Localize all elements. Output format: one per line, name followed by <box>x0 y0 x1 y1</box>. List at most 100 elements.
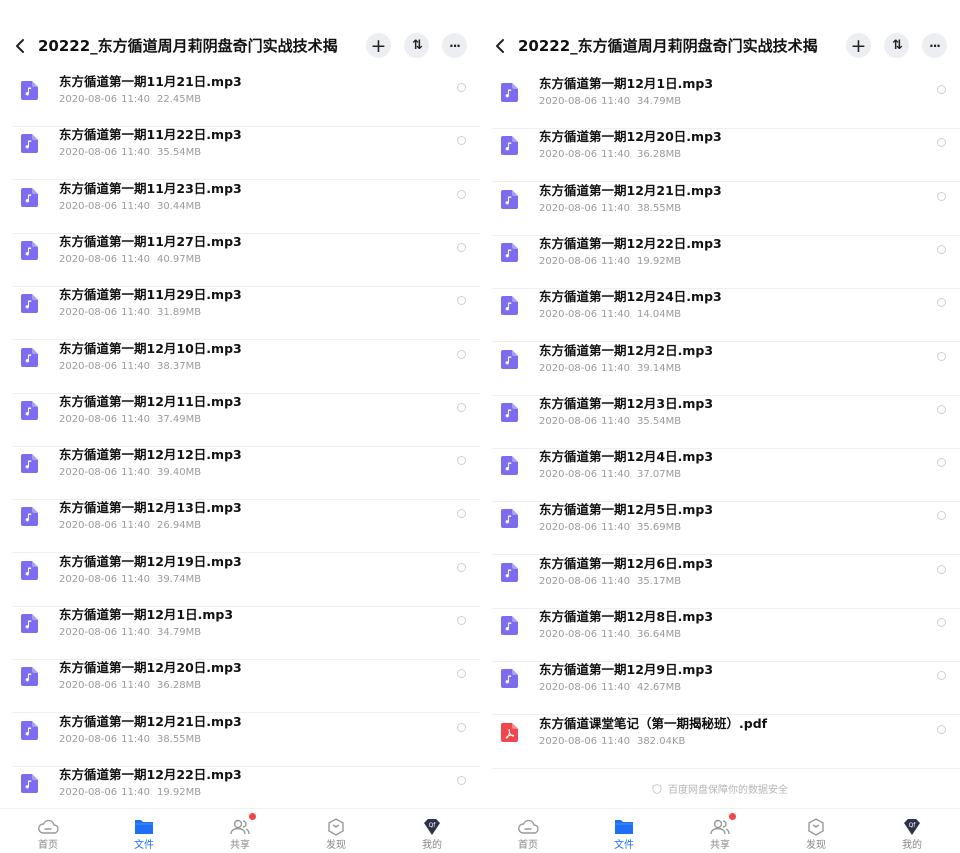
tab-diamond[interactable]: Qf 我的 <box>864 809 960 853</box>
file-row[interactable]: 东方循道第一期12月20日.mp3 2020-08-06 11:40 36.28MB <box>480 129 960 183</box>
tab-people[interactable]: 共享 <box>672 809 768 853</box>
select-radio[interactable] <box>457 616 466 625</box>
select-radio[interactable] <box>937 298 946 308</box>
file-row[interactable]: 东方循道第一期12月21日.mp3 2020-08-06 11:40 38.55MB <box>0 714 480 767</box>
select-radio[interactable] <box>457 456 466 466</box>
select-radio[interactable] <box>937 618 946 627</box>
more-button[interactable]: ··· <box>922 33 947 58</box>
back-button[interactable] <box>12 36 30 56</box>
audio-file-icon <box>501 669 518 689</box>
file-date: 2020-08-06 <box>539 96 598 107</box>
more-button[interactable]: ··· <box>442 33 467 58</box>
audio-file-icon <box>21 560 38 580</box>
tab-compass[interactable]: 发现 <box>288 809 384 853</box>
file-row[interactable]: 东方循道第一期12月9日.mp3 2020-08-06 11:40 42.67MB <box>480 662 960 716</box>
file-date: 2020-08-06 <box>539 309 598 321</box>
file-meta: 2020-08-06 11:40 35.54MB <box>59 146 205 159</box>
file-row[interactable]: 东方循道第一期11月23日.mp3 2020-08-06 11:40 30.44MB <box>0 181 480 234</box>
file-row[interactable]: 东方循道第一期11月27日.mp3 2020-08-06 11:40 40.97MB <box>0 234 480 287</box>
select-radio[interactable] <box>457 136 466 146</box>
add-button[interactable]: + <box>846 33 871 58</box>
file-meta: 2020-08-06 11:40 37.49MB <box>59 413 205 426</box>
tab-cloud[interactable]: 首页 <box>480 809 576 853</box>
file-date: 2020-08-06 <box>59 94 118 105</box>
select-radio[interactable] <box>457 775 466 785</box>
file-size: 39.14MB <box>636 362 682 374</box>
file-row[interactable]: 东方循道第一期12月10日.mp3 2020-08-06 11:40 38.37MB <box>0 341 480 394</box>
file-name: 东方循道第一期12月22日.mp3 <box>59 766 242 782</box>
sort-button[interactable]: ⇅ <box>404 33 429 58</box>
select-radio[interactable] <box>457 242 466 252</box>
file-date: 2020-08-06 <box>539 735 598 747</box>
audio-file-icon <box>21 614 38 633</box>
file-date: 2020-08-06 <box>539 575 598 587</box>
file-date: 2020-08-06 <box>59 467 118 479</box>
file-row[interactable]: 东方循道第一期12月1日.mp3 2020-08-06 11:40 34.79MB <box>0 607 480 660</box>
compass-icon <box>804 817 828 837</box>
select-radio[interactable] <box>937 724 946 734</box>
select-radio[interactable] <box>457 189 466 199</box>
tab-diamond[interactable]: Qf 我的 <box>384 809 480 853</box>
select-radio[interactable] <box>937 564 946 574</box>
file-row[interactable]: 东方循道第一期12月2日.mp3 2020-08-06 11:40 39.14MB <box>480 343 960 396</box>
tab-people[interactable]: 共享 <box>192 809 288 853</box>
file-row[interactable]: 东方循道第一期12月24日.mp3 2020-08-06 11:40 14.04MB <box>480 289 960 343</box>
select-radio[interactable] <box>457 402 466 412</box>
file-date: 2020-08-06 <box>59 520 118 532</box>
select-radio[interactable] <box>457 669 466 679</box>
file-row[interactable]: 东方循道第一期11月22日.mp3 2020-08-06 11:40 35.54MB <box>0 127 480 181</box>
select-radio[interactable] <box>937 244 946 254</box>
file-date: 2020-08-06 <box>59 733 118 745</box>
file-row[interactable]: 东方循道第一期12月12日.mp3 2020-08-06 11:40 39.40MB <box>0 447 480 501</box>
file-row[interactable]: 东方循道第一期12月21日.mp3 2020-08-06 11:40 38.55MB <box>480 183 960 236</box>
file-row[interactable]: 东方循道第一期12月22日.mp3 2020-08-06 11:40 19.92MB <box>480 236 960 289</box>
file-meta: 2020-08-06 11:40 35.17MB <box>539 575 685 588</box>
compass-icon <box>324 817 348 837</box>
file-meta: 2020-08-06 11:40 22.45MB <box>59 93 205 106</box>
file-row[interactable]: 东方循道第一期12月11日.mp3 2020-08-06 11:40 37.49MB <box>0 394 480 447</box>
select-radio[interactable] <box>937 511 946 521</box>
back-button[interactable] <box>492 36 510 56</box>
chevron-left-icon <box>496 39 504 53</box>
file-meta: 2020-08-06 11:40 40.97MB <box>59 253 205 266</box>
file-row[interactable]: 东方循道第一期12月13日.mp3 2020-08-06 11:40 26.94MB <box>0 500 480 554</box>
select-radio[interactable] <box>937 138 946 148</box>
file-row[interactable]: 东方循道第一期12月5日.mp3 2020-08-06 11:40 35.69MB <box>480 502 960 556</box>
file-name: 东方循道第一期12月9日.mp3 <box>539 662 714 678</box>
file-row[interactable]: 东方循道第一期12月6日.mp3 2020-08-06 11:40 35.17MB <box>480 556 960 609</box>
tab-cloud[interactable]: 首页 <box>0 809 96 853</box>
tab-label: 首页 <box>38 840 58 851</box>
file-row[interactable]: 东方循道第一期12月3日.mp3 2020-08-06 11:40 35.54MB <box>480 396 960 449</box>
file-row[interactable]: 东方循道第一期12月8日.mp3 2020-08-06 11:40 36.64MB <box>480 609 960 662</box>
select-radio[interactable] <box>937 85 946 94</box>
select-radio[interactable] <box>937 351 946 361</box>
file-row[interactable]: 东方循道第一期12月4日.mp3 2020-08-06 11:40 37.07MB <box>480 449 960 503</box>
select-radio[interactable] <box>457 509 466 519</box>
select-radio[interactable] <box>937 191 946 201</box>
notification-badge <box>249 813 256 820</box>
select-radio[interactable] <box>457 722 466 732</box>
file-row[interactable]: 东方循道课堂笔记（第一期揭秘班）.pdf 2020-08-06 11:40 382.0… <box>480 716 960 769</box>
tab-folder[interactable]: 文件 <box>96 809 192 853</box>
file-row[interactable]: 东方循道第一期12月19日.mp3 2020-08-06 11:40 39.74MB <box>0 554 480 607</box>
select-radio[interactable] <box>937 671 946 681</box>
file-size: 35.17MB <box>636 575 682 587</box>
add-button[interactable]: + <box>366 33 391 58</box>
select-radio[interactable] <box>457 562 466 572</box>
file-row[interactable]: 东方循道第一期12月20日.mp3 2020-08-06 11:40 36.28MB <box>0 660 480 714</box>
select-radio[interactable] <box>937 404 946 414</box>
sort-button[interactable]: ⇅ <box>884 33 909 58</box>
select-radio[interactable] <box>457 83 466 92</box>
tab-folder[interactable]: 文件 <box>576 809 672 853</box>
svg-text:Qf: Qf <box>429 822 437 829</box>
file-size: 39.40MB <box>156 467 202 479</box>
bottom-tab-bar: 首页 文件 共享 发现 Qf 我的 <box>480 808 960 853</box>
file-row[interactable]: 东方循道第一期12月1日.mp3 2020-08-06 11:40 34.79MB <box>480 76 960 129</box>
select-radio[interactable] <box>937 458 946 468</box>
file-row[interactable]: 东方循道第一期11月21日.mp3 2020-08-06 11:40 22.45MB <box>0 74 480 127</box>
tab-compass[interactable]: 发现 <box>768 809 864 853</box>
select-radio[interactable] <box>457 349 466 359</box>
select-radio[interactable] <box>457 296 466 306</box>
file-row[interactable]: 东方循道第一期11月29日.mp3 2020-08-06 11:40 31.89MB <box>0 287 480 341</box>
audio-file-icon <box>21 347 38 367</box>
